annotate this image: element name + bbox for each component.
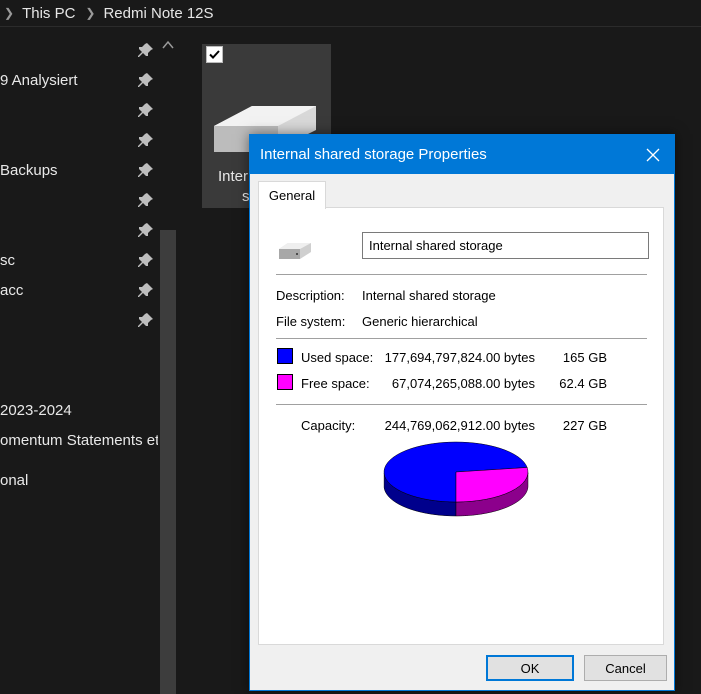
ok-button[interactable]: OK xyxy=(486,655,574,681)
drive-icon xyxy=(279,243,311,259)
pin-icon[interactable] xyxy=(138,162,154,178)
description-value: Internal shared storage xyxy=(362,288,496,303)
checkmark-icon xyxy=(209,50,220,59)
capacity-size: 227 GB xyxy=(562,418,607,433)
nav-item[interactable]: 9 Analysiert xyxy=(0,72,78,89)
address-breadcrumb: ❯ This PC ❯ Redmi Note 12S xyxy=(0,0,701,27)
nav-item[interactable]: onal xyxy=(0,472,28,489)
navigation-pane: 9 Analysiert Backups sc acc 2023-2024 om… xyxy=(0,27,158,694)
pin-icon[interactable] xyxy=(138,42,154,58)
separator xyxy=(276,338,647,339)
breadcrumb-this-pc[interactable]: This PC xyxy=(22,5,75,22)
description-label: Description: xyxy=(276,288,345,303)
used-space-size: 165 GB xyxy=(562,350,607,365)
nav-item[interactable]: Backups xyxy=(0,162,58,179)
properties-dialog: Internal shared storage Properties Gener… xyxy=(249,134,675,691)
filesystem-value: Generic hierarchical xyxy=(362,314,478,329)
pin-icon[interactable] xyxy=(138,102,154,118)
free-space-swatch xyxy=(277,374,293,390)
nav-item[interactable]: acc xyxy=(0,282,23,299)
tab-general[interactable]: General xyxy=(258,181,326,209)
separator xyxy=(276,274,647,275)
tile-checkbox[interactable] xyxy=(206,46,223,63)
dialog-title: Internal shared storage Properties xyxy=(260,146,487,163)
drive-name-input[interactable] xyxy=(362,232,649,259)
free-space-bytes: 67,074,265,088.00 bytes xyxy=(391,376,535,391)
nav-scrollbar-thumb[interactable] xyxy=(160,230,176,694)
usage-pie-chart xyxy=(383,441,529,517)
pin-icon[interactable] xyxy=(138,192,154,208)
dialog-titlebar[interactable]: Internal shared storage Properties xyxy=(250,135,674,174)
chevron-right-icon[interactable]: ❯ xyxy=(4,6,14,20)
pin-icon[interactable] xyxy=(138,72,154,88)
tile-label: Inter xyxy=(218,168,249,185)
close-button[interactable] xyxy=(638,141,668,168)
nav-item[interactable]: omentum Statements etc xyxy=(0,432,158,449)
free-space-size: 62.4 GB xyxy=(559,376,607,391)
separator xyxy=(276,404,647,405)
close-icon xyxy=(646,148,660,161)
nav-item[interactable]: sc xyxy=(0,252,15,269)
used-space-swatch xyxy=(277,348,293,364)
used-space-bytes: 177,694,797,824.00 bytes xyxy=(384,350,535,365)
pin-icon[interactable] xyxy=(138,222,154,238)
scroll-up-icon[interactable] xyxy=(162,40,174,50)
pin-icon[interactable] xyxy=(138,282,154,298)
capacity-label: Capacity: xyxy=(301,418,356,433)
pin-icon[interactable] xyxy=(138,312,154,328)
cancel-button[interactable]: Cancel xyxy=(584,655,667,681)
pin-icon[interactable] xyxy=(138,252,154,268)
filesystem-label: File system: xyxy=(276,314,346,329)
capacity-bytes: 244,769,062,912.00 bytes xyxy=(384,418,535,433)
breadcrumb-device[interactable]: Redmi Note 12S xyxy=(103,5,213,22)
free-space-label: Free space: xyxy=(301,376,370,391)
chevron-right-icon[interactable]: ❯ xyxy=(85,6,95,20)
pin-icon[interactable] xyxy=(138,132,154,148)
used-space-label: Used space: xyxy=(301,350,374,365)
general-panel: Description: Internal shared storage Fil… xyxy=(258,207,664,645)
nav-item[interactable]: 2023-2024 xyxy=(0,402,72,419)
